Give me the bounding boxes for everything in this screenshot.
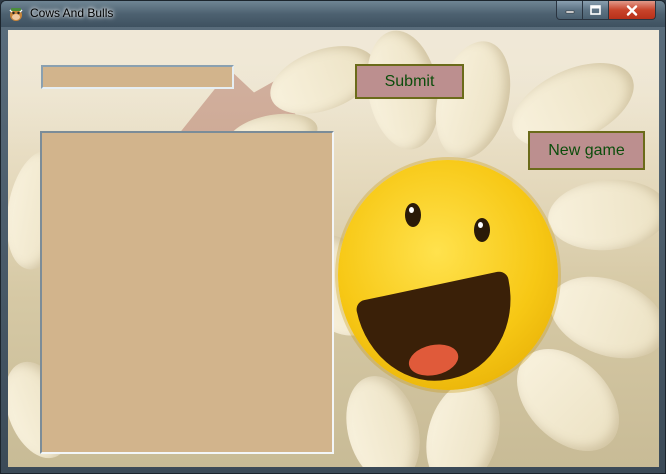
guess-input[interactable] — [41, 65, 234, 89]
smiley-eye-left — [405, 203, 421, 227]
cow-icon — [9, 8, 23, 21]
close-button[interactable] — [608, 1, 656, 20]
output-textarea[interactable] — [40, 131, 334, 454]
minimize-button[interactable] — [556, 1, 583, 20]
smiley-eye-right — [474, 218, 490, 242]
maximize-button[interactable] — [582, 1, 609, 20]
close-icon — [626, 4, 638, 16]
minimize-icon — [565, 10, 574, 14]
client-area: Submit New game — [8, 30, 659, 467]
smiley-tongue — [406, 340, 462, 380]
new-game-button[interactable]: New game — [528, 131, 645, 170]
submit-button[interactable]: Submit — [355, 64, 464, 99]
maximize-icon — [590, 5, 601, 15]
title-bar[interactable]: Cows And Bulls — [1, 1, 665, 27]
window-title: Cows And Bulls — [30, 6, 114, 20]
app-window: Cows And Bulls Submit New game — [0, 0, 666, 474]
daisy-petal — [545, 174, 659, 256]
